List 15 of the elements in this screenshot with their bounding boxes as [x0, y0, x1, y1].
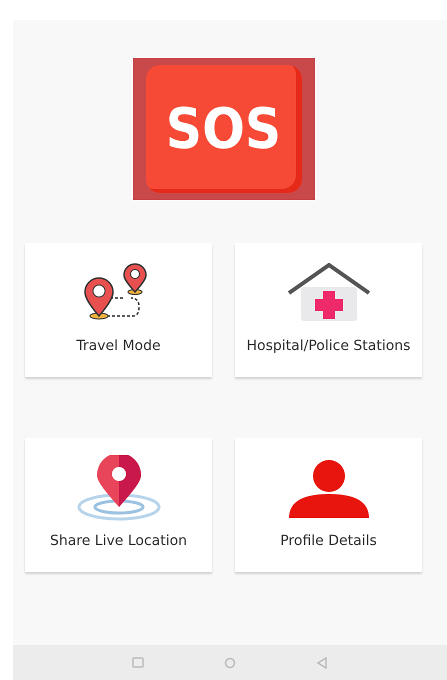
feature-card[interactable]: Hospital/Police Stations: [235, 243, 422, 377]
feature-card[interactable]: Profile Details: [235, 438, 422, 572]
hospital-icon: [286, 263, 370, 323]
feature-card[interactable]: Travel Mode: [25, 243, 212, 377]
card-label: Travel Mode: [75, 337, 162, 355]
home-icon[interactable]: [224, 656, 236, 668]
sos-button[interactable]: SOS: [132, 58, 314, 200]
card-label: Hospital/Police Stations: [246, 337, 412, 355]
recent-apps-icon[interactable]: [132, 657, 144, 668]
person-silhouette-icon: [286, 458, 370, 518]
back-icon[interactable]: [316, 656, 328, 668]
card-label: Profile Details: [279, 532, 378, 550]
card-label: Share Live Location: [48, 532, 188, 550]
location-pin-icon: [76, 455, 160, 521]
feature-card[interactable]: Share Live Location: [25, 438, 212, 572]
